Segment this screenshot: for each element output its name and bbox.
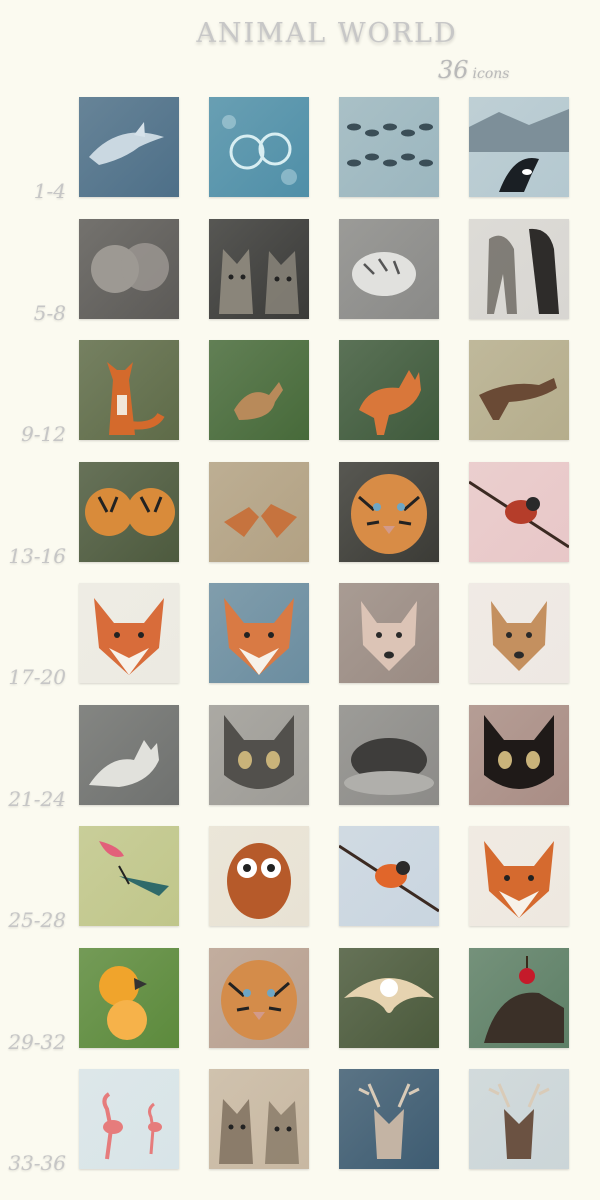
fawns-icon[interactable] (209, 461, 309, 562)
owl-painting-icon[interactable] (209, 826, 309, 926)
tiger-closeup-icon[interactable] (209, 947, 309, 1048)
fox-portrait-icon[interactable] (79, 583, 179, 683)
fox-prowling-icon[interactable] (469, 340, 569, 440)
fox-sitting-icon[interactable] (79, 340, 179, 440)
robin-icon[interactable] (469, 461, 569, 562)
fox-face-icon[interactable] (209, 583, 309, 683)
stag-icon[interactable] (339, 1069, 439, 1169)
row-label: 5-8 (33, 300, 66, 325)
row-label: 21-24 (8, 786, 66, 811)
husky-icon[interactable] (339, 583, 439, 683)
row-label: 13-16 (8, 543, 66, 568)
fox-closeup-icon[interactable] (469, 826, 569, 926)
leopard-icon[interactable] (469, 218, 569, 319)
deer-fight-icon[interactable] (469, 1069, 569, 1169)
fish-school-icon[interactable] (339, 97, 439, 197)
sleeping-cats-icon[interactable] (339, 704, 439, 805)
jellyfish-icon[interactable] (209, 97, 309, 197)
tiger-face-icon[interactable] (339, 461, 439, 562)
row-label: 9-12 (21, 422, 66, 446)
black-cat-icon[interactable] (469, 704, 569, 805)
icon-count-number: 36 (438, 56, 469, 84)
orca-icon[interactable] (469, 97, 569, 197)
fox-standing-icon[interactable] (339, 340, 439, 440)
kitten-face-icon[interactable] (209, 704, 309, 805)
white-wolf-icon[interactable] (79, 704, 179, 805)
deer-fawn-icon[interactable] (209, 340, 309, 440)
surprised-cats-icon[interactable] (209, 1069, 309, 1169)
cats-icon[interactable] (209, 218, 309, 319)
barn-owl-icon[interactable] (339, 947, 439, 1048)
row-label: 17-20 (8, 665, 66, 689)
row-label: 29-32 (8, 1029, 66, 1054)
flying-bird-icon[interactable] (339, 826, 439, 926)
flamingos-icon[interactable] (79, 1069, 179, 1169)
dog-cherry-icon[interactable] (469, 947, 569, 1048)
tiger-pair-icon[interactable] (79, 461, 179, 562)
dolphin-icon[interactable] (79, 97, 179, 197)
lion-couple-icon[interactable] (79, 218, 179, 319)
row-label: 33-36 (8, 1151, 66, 1175)
hummingbird-icon[interactable] (79, 826, 179, 926)
row-label: 1-4 (33, 179, 66, 203)
tiger-cub-icon[interactable] (339, 218, 439, 319)
icon-count: 36 icons (438, 56, 510, 84)
chihuahua-icon[interactable] (469, 583, 569, 683)
page-title: ANIMAL WORLD (196, 18, 458, 49)
parrots-icon[interactable] (79, 947, 179, 1048)
icon-count-word: icons (472, 66, 510, 82)
row-label: 25-28 (8, 908, 66, 932)
